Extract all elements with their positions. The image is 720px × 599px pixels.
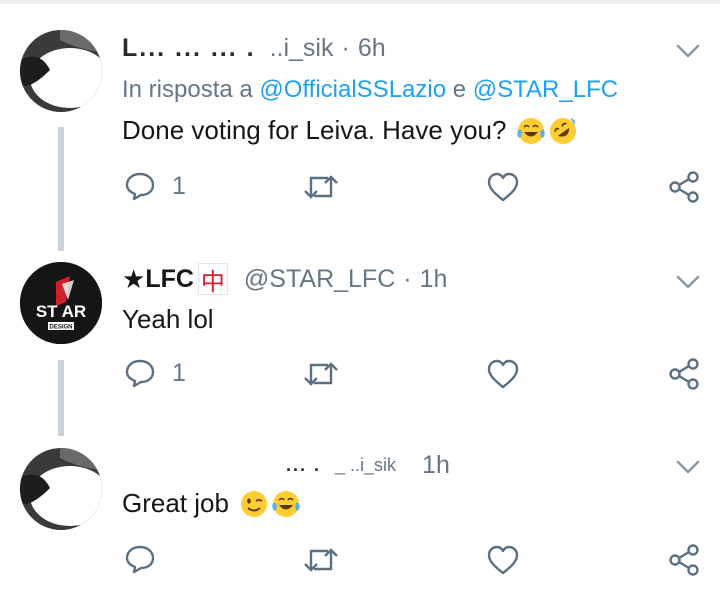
tweet-text-content: Great job: [122, 488, 229, 518]
avatar[interactable]: ST AR DESIGN: [20, 262, 102, 344]
tweet-text: Yeah lol: [122, 304, 214, 335]
avatar[interactable]: [20, 448, 102, 530]
tweet-text: Great job: [122, 488, 301, 519]
like-button[interactable]: [486, 358, 520, 390]
share-icon: [669, 171, 699, 203]
reply-count: 1: [172, 171, 186, 200]
like-icon: [487, 545, 519, 575]
display-name[interactable]: L... ... ... .: [122, 34, 256, 63]
reply-join: e: [452, 76, 467, 103]
tweet-header: L... ... ... . ..i_sik · 6h: [122, 31, 386, 65]
tweet-header: ★ LFC 中 @STAR_LFC · 1h: [122, 262, 447, 296]
chevron-down-icon[interactable]: [675, 273, 701, 291]
user-handle[interactable]: ..i_sik: [270, 34, 334, 63]
top-divider: [0, 0, 720, 4]
avatar[interactable]: [20, 30, 102, 112]
tweet-actions: 1: [0, 355, 720, 395]
tweet-actions: [0, 541, 720, 581]
thread-line: [58, 207, 64, 251]
separator-dot: ·: [403, 264, 412, 293]
mention-link[interactable]: @OfficialSSLazio: [259, 76, 446, 103]
reply-button[interactable]: 1: [124, 170, 186, 202]
retweet-button[interactable]: [302, 172, 340, 202]
share-icon: [669, 358, 699, 390]
display-name[interactable]: LFC: [145, 265, 194, 294]
timestamp[interactable]: 1h: [422, 451, 450, 480]
tweet-text: Done voting for Leiva. Have you?: [122, 115, 578, 146]
share-button[interactable]: [667, 170, 701, 204]
reply-count: 1: [172, 358, 186, 387]
retweet-button[interactable]: [302, 545, 340, 575]
reply-button[interactable]: 1: [124, 357, 186, 389]
tweet-text-content: Yeah lol: [122, 304, 214, 334]
like-icon: [487, 359, 519, 389]
tweet-actions: 1: [0, 168, 720, 208]
rofl-emoji-icon: [550, 117, 577, 144]
mention-link[interactable]: @STAR_LFC: [473, 76, 618, 103]
avatar-logo-text: ST AR: [36, 302, 86, 321]
reply-button[interactable]: [124, 543, 156, 575]
display-name[interactable]: ... .: [286, 455, 321, 476]
timestamp[interactable]: 6h: [358, 34, 386, 63]
share-icon: [669, 544, 699, 576]
like-button[interactable]: [486, 544, 520, 576]
reply-prefix: In risposta a: [122, 76, 253, 103]
timestamp[interactable]: 1h: [420, 265, 448, 294]
winking-face-emoji-icon: [240, 490, 267, 517]
retweet-button[interactable]: [302, 359, 340, 389]
share-button[interactable]: [667, 357, 701, 391]
user-handle[interactable]: _ ..i_sik: [335, 455, 396, 476]
chinese-char-emoji-icon: 中: [197, 263, 228, 296]
avatar-logo-subtext: DESIGN: [49, 325, 72, 331]
chevron-down-icon[interactable]: [675, 42, 701, 60]
retweet-icon: [304, 362, 338, 386]
like-icon: [487, 172, 519, 202]
tweet-text-content: Done voting for Leiva. Have you?: [122, 115, 507, 145]
retweet-icon: [304, 548, 338, 572]
user-handle[interactable]: @STAR_LFC: [244, 265, 395, 294]
like-button[interactable]: [486, 171, 520, 203]
chevron-down-icon[interactable]: [675, 458, 701, 476]
reply-icon: [125, 359, 155, 388]
reply-icon: [125, 172, 155, 201]
star-icon: ★: [122, 263, 146, 294]
reply-icon: [125, 545, 155, 574]
tears-of-joy-emoji-icon: [272, 490, 300, 517]
tears-of-joy-emoji-icon: [517, 117, 546, 144]
retweet-icon: [304, 175, 338, 199]
reply-context: In risposta a @OfficialSSLazio e @STAR_L…: [122, 76, 618, 104]
share-button[interactable]: [667, 543, 701, 577]
separator-dot: ·: [341, 33, 350, 62]
tweet-header: ... . _ ..i_sik 1h: [122, 448, 450, 482]
